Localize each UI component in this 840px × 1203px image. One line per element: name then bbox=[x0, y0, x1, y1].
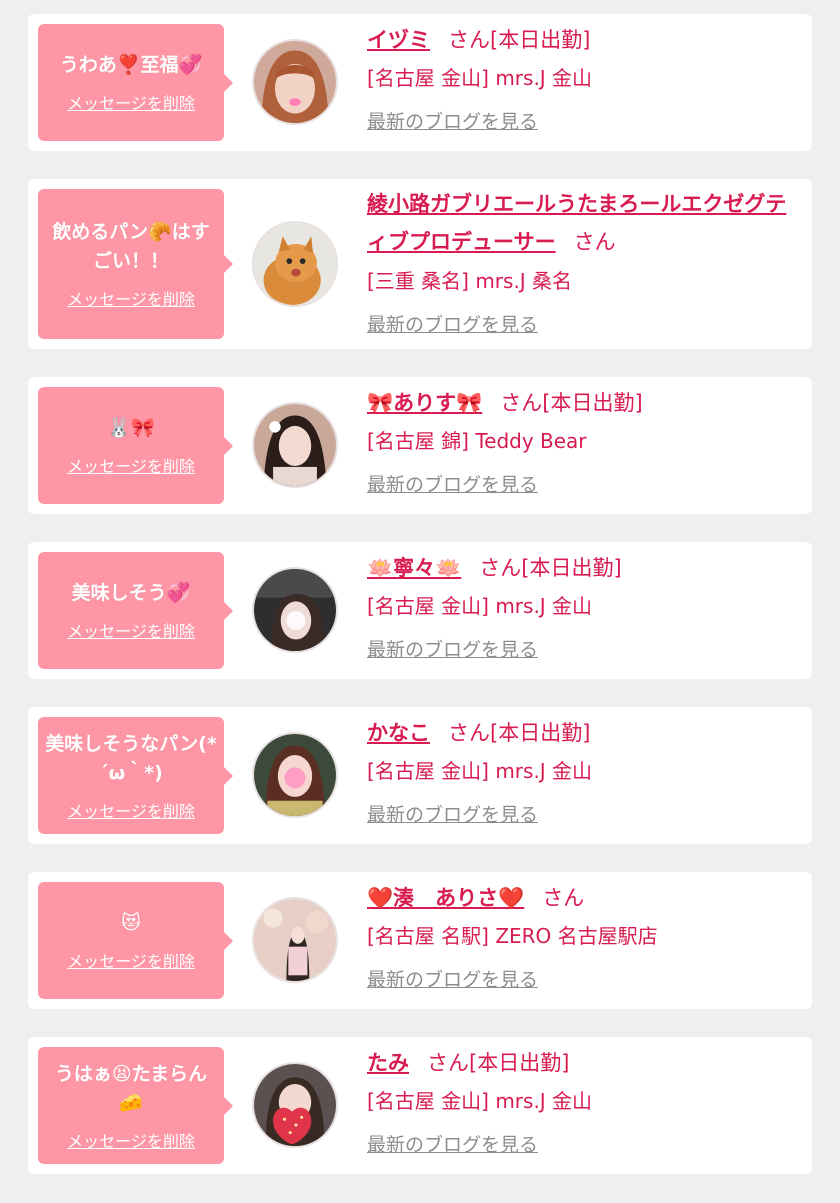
latest-blog-link[interactable]: 最新のブログを見る bbox=[367, 309, 538, 341]
shop-label: [名古屋 名駅] ZERO 名古屋駅店 bbox=[367, 924, 658, 948]
shop-label: [名古屋 金山] mrs.J 金山 bbox=[367, 66, 593, 90]
message-bubble: 😻 メッセージを削除 bbox=[38, 882, 233, 999]
cast-info: ❤️湊 ありさ❤️ さん [名古屋 名駅] ZERO 名古屋駅店 最新のブログを見… bbox=[367, 880, 798, 996]
message-text: 😻 bbox=[121, 912, 141, 934]
message-card: 美味しそう💞 メッセージを削除 🪷寧々🪷 さん[本日出勤] [名古屋 金山] mr… bbox=[28, 542, 812, 679]
avatar-photo-icon bbox=[254, 1064, 336, 1146]
avatar[interactable] bbox=[252, 402, 338, 488]
cast-info: 綾小路ガブリエールうたまろールエクゼグティブプロデューサー さん [三重 桑名] … bbox=[367, 185, 798, 341]
cast-info: たみ さん[本日出勤] [名古屋 金山] mrs.J 金山 最新のブログを見る bbox=[367, 1045, 798, 1161]
message-text: 美味しそう💞 bbox=[71, 582, 191, 604]
cast-name-link[interactable]: たみ bbox=[367, 1051, 409, 1075]
avatar-photo-icon bbox=[254, 734, 336, 816]
shop-label: [名古屋 金山] mrs.J 金山 bbox=[367, 594, 593, 618]
shop-label: [名古屋 錦] Teddy Bear bbox=[367, 429, 587, 453]
latest-blog-link[interactable]: 最新のブログを見る bbox=[367, 106, 538, 138]
message-bubble: 美味しそうなパン(*´ω｀*) メッセージを削除 bbox=[38, 717, 233, 834]
cast-suffix: さん[本日出勤] bbox=[500, 391, 643, 415]
message-bubble: 🐰🎀 メッセージを削除 bbox=[38, 387, 233, 504]
avatar[interactable] bbox=[252, 732, 338, 818]
message-text: 美味しそうなパン(*´ω｀*) bbox=[45, 732, 217, 784]
avatar-photo-icon bbox=[254, 41, 336, 123]
latest-blog-link[interactable]: 最新のブログを見る bbox=[367, 1129, 538, 1161]
latest-blog-link[interactable]: 最新のブログを見る bbox=[367, 469, 538, 501]
message-card: うはぁ😫たまらん🧀 メッセージを削除 たみ さん[本日出勤] [名古屋 金山] m… bbox=[28, 1037, 812, 1174]
avatar[interactable] bbox=[252, 897, 338, 983]
delete-message-link[interactable]: メッセージを削除 bbox=[67, 90, 195, 114]
avatar[interactable] bbox=[252, 39, 338, 125]
delete-message-link[interactable]: メッセージを削除 bbox=[67, 618, 195, 642]
message-card: 😻 メッセージを削除 ❤️湊 ありさ❤️ さん [名古屋 名駅] ZERO 名古屋… bbox=[28, 872, 812, 1009]
message-text: うはぁ😫たまらん🧀 bbox=[54, 1062, 208, 1114]
shop-label: [三重 桑名] mrs.J 桑名 bbox=[367, 269, 573, 293]
avatar[interactable] bbox=[252, 221, 338, 307]
delete-message-link[interactable]: メッセージを削除 bbox=[67, 1128, 195, 1152]
cast-name-link[interactable]: ❤️湊 ありさ❤️ bbox=[367, 886, 524, 910]
message-bubble: うはぁ😫たまらん🧀 メッセージを削除 bbox=[38, 1047, 233, 1164]
avatar[interactable] bbox=[252, 567, 338, 653]
shop-label: [名古屋 金山] mrs.J 金山 bbox=[367, 1089, 593, 1113]
delete-message-link[interactable]: メッセージを削除 bbox=[67, 453, 195, 477]
cast-suffix: さん[本日出勤] bbox=[427, 1051, 570, 1075]
message-bubble: うわあ❣️至福💞 メッセージを削除 bbox=[38, 24, 233, 141]
delete-message-link[interactable]: メッセージを削除 bbox=[67, 798, 195, 822]
cast-info: イヅミ さん[本日出勤] [名古屋 金山] mrs.J 金山 最新のブログを見る bbox=[367, 22, 798, 138]
cast-info: 🎀ありす🎀 さん[本日出勤] [名古屋 錦] Teddy Bear 最新のブログを… bbox=[367, 385, 798, 501]
cast-suffix: さん bbox=[542, 886, 585, 910]
latest-blog-link[interactable]: 最新のブログを見る bbox=[367, 964, 538, 996]
latest-blog-link[interactable]: 最新のブログを見る bbox=[367, 634, 538, 666]
message-bubble: 飲めるパン🥐はすごい！！ メッセージを削除 bbox=[38, 189, 233, 339]
cast-name-link[interactable]: 🎀ありす🎀 bbox=[367, 391, 482, 415]
latest-blog-link[interactable]: 最新のブログを見る bbox=[367, 799, 538, 831]
message-card: 🐰🎀 メッセージを削除 🎀ありす🎀 さん[本日出勤] [名古屋 錦] Teddy … bbox=[28, 377, 812, 514]
shop-label: [名古屋 金山] mrs.J 金山 bbox=[367, 759, 593, 783]
avatar[interactable] bbox=[252, 1062, 338, 1148]
cast-name-link[interactable]: 🪷寧々🪷 bbox=[367, 556, 461, 580]
cast-info: 🪷寧々🪷 さん[本日出勤] [名古屋 金山] mrs.J 金山 最新のブログを見る bbox=[367, 550, 798, 666]
cast-suffix: さん[本日出勤] bbox=[479, 556, 622, 580]
cast-suffix: さん[本日出勤] bbox=[448, 28, 591, 52]
cast-name-link[interactable]: イヅミ bbox=[367, 28, 430, 52]
message-text: 🐰🎀 bbox=[107, 417, 155, 439]
avatar-photo-icon bbox=[254, 899, 336, 981]
cast-suffix: さん[本日出勤] bbox=[448, 721, 591, 745]
avatar-photo-icon bbox=[254, 404, 336, 486]
cast-name-link[interactable]: かなこ bbox=[367, 721, 430, 745]
message-card: 飲めるパン🥐はすごい！！ メッセージを削除 綾小路ガブリエールうたまろールエクゼ… bbox=[28, 179, 812, 349]
delete-message-link[interactable]: メッセージを削除 bbox=[67, 286, 195, 310]
avatar-photo-icon bbox=[254, 223, 336, 305]
avatar-photo-icon bbox=[254, 569, 336, 651]
message-bubble: 美味しそう💞 メッセージを削除 bbox=[38, 552, 233, 669]
message-card: 美味しそうなパン(*´ω｀*) メッセージを削除 かなこ さん[本日出勤] [名古… bbox=[28, 707, 812, 844]
cast-info: かなこ さん[本日出勤] [名古屋 金山] mrs.J 金山 最新のブログを見る bbox=[367, 715, 798, 831]
message-text: うわあ❣️至福💞 bbox=[59, 54, 203, 76]
cast-suffix: さん bbox=[573, 230, 616, 254]
message-text: 飲めるパン🥐はすごい！！ bbox=[52, 221, 210, 272]
message-card: うわあ❣️至福💞 メッセージを削除 イヅミ さん[本日出勤] [名古屋 金山] m… bbox=[28, 14, 812, 151]
delete-message-link[interactable]: メッセージを削除 bbox=[67, 948, 195, 972]
